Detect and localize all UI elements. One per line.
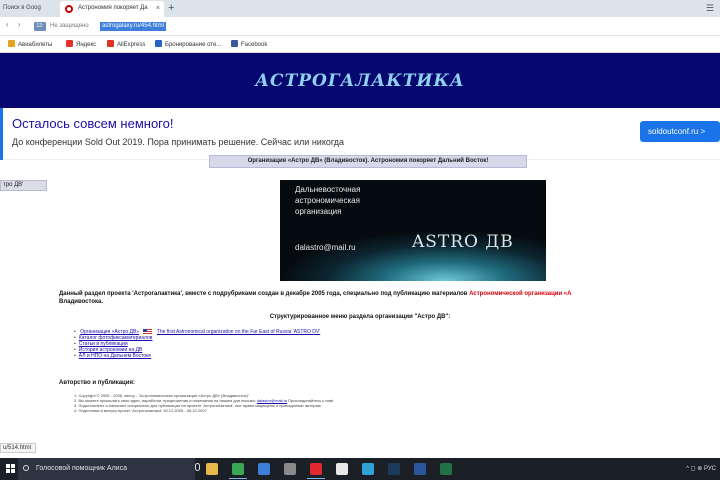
banner-line: астрономическая — [295, 196, 360, 205]
us-flag-icon — [143, 329, 153, 334]
taskbar-search[interactable]: Голосовой помощник Алиса — [18, 458, 200, 480]
plane-icon — [8, 40, 15, 47]
bookmarks-bar: Авиабилеты Яндекс AliExpress Бронировани… — [0, 36, 720, 53]
banner-email: dalastro@mail.ru — [295, 243, 356, 252]
url-field[interactable]: astrogalaxy.ru/454.html — [100, 22, 166, 31]
menu-heading: Структурированное меню раздела организац… — [269, 314, 451, 320]
list-item: АЛ и НПО на Дальнем Востоке — [74, 353, 320, 359]
chrome-app-icon[interactable] — [229, 463, 247, 479]
tab-active-page[interactable]: Астрономия покоряет Да × — [60, 1, 164, 17]
intro-org-link[interactable]: Астрономической организации «А — [469, 291, 571, 297]
site-header: АСТРОГАЛАКТИКА — [0, 53, 720, 108]
aliexpress-icon — [107, 40, 114, 47]
new-tab-button[interactable]: + — [168, 0, 174, 16]
menu-icon[interactable]: ☰ — [706, 0, 714, 16]
hotel-icon — [155, 40, 162, 47]
tab-bar: Поиск в Goog Астрономия покоряет Да × + … — [0, 0, 720, 17]
ad-banner[interactable]: Осталось совсем немного! До конференции … — [0, 108, 720, 160]
back-icon[interactable]: ‹ — [6, 20, 9, 29]
org-bar: Организация «Астро ДВ» (Владивосток). Ас… — [209, 155, 527, 168]
system-tray[interactable]: ^ ◻ ⊗ РУС — [686, 458, 716, 480]
not-secure-label[interactable]: Не защищено — [50, 22, 89, 31]
ad-text: До конференции Sold Out 2019. Пора прини… — [12, 137, 345, 147]
address-bar: ‹ › 12: Не защищено astrogalaxy.ru/454.h… — [0, 17, 720, 36]
search-icon — [23, 465, 29, 471]
bookmark-yandex[interactable]: Яндекс — [66, 40, 96, 50]
authorship-heading: Авторство и публикация: — [59, 380, 135, 386]
astro-dv-banner: Дальневосточная астрономическая организа… — [280, 180, 546, 281]
ad-accent — [0, 108, 3, 160]
menu-link-english[interactable]: The first Astronomical organization on t… — [157, 329, 320, 335]
menu-link-observatories[interactable]: АЛ и НПО на Дальнем Востоке — [79, 353, 151, 359]
bookmark-aliexpress[interactable]: AliExpress — [107, 40, 145, 50]
credit-line: 4. Подготовка и выпуск проект 'Астрогала… — [74, 408, 207, 413]
excel-app-icon[interactable] — [440, 463, 452, 475]
site-badge[interactable]: 12: — [34, 22, 46, 31]
credits-list: 1. Copyright © 2005 - 2006, автор - "Аст… — [74, 393, 334, 413]
microphone-icon[interactable] — [195, 463, 200, 471]
bookmark-facebook[interactable]: Facebook — [231, 40, 267, 50]
ad-button[interactable]: soldoutconf.ru > — [640, 121, 720, 142]
intro-text-end: Владивостока. — [59, 299, 104, 305]
store-app-icon[interactable] — [258, 463, 270, 475]
windows-start-icon[interactable] — [6, 464, 16, 474]
yandex-icon — [66, 40, 73, 47]
ad-title[interactable]: Осталось совсем немного! — [12, 116, 173, 131]
word-app-icon[interactable] — [414, 463, 426, 475]
banner-line: организация — [295, 207, 342, 216]
tab-title: Астрономия покоряет Да — [78, 5, 148, 11]
sidebar-item-astro-dv[interactable]: тро ДВ' — [0, 180, 47, 191]
intro-text: Данный раздел проекта 'Астрогалактика', … — [59, 291, 470, 297]
intro-paragraph: Данный раздел проекта 'Астрогалактика', … — [59, 290, 720, 306]
folder-app-icon[interactable] — [206, 463, 218, 475]
yandex-browser-icon[interactable] — [336, 463, 348, 475]
tab-title: Поиск в Goog — [3, 5, 41, 11]
section-menu: Организация «Астро ДВ» The first Astrono… — [74, 329, 320, 359]
facebook-icon — [231, 40, 238, 47]
bookmark-flights[interactable]: Авиабилеты — [8, 40, 52, 50]
banner-line: Дальневосточная — [295, 185, 361, 194]
bookmark-booking[interactable]: Бронирование оте... — [155, 40, 221, 50]
close-tab-icon[interactable]: × — [156, 1, 160, 16]
search-text: Голосовой помощник Алиса — [36, 465, 127, 472]
photoshop-app-icon[interactable] — [388, 463, 400, 475]
banner-logo: ASTRO ДВ — [412, 232, 514, 252]
apps-grid-icon[interactable] — [284, 463, 296, 475]
telegram-app-icon[interactable] — [362, 463, 374, 475]
favicon-icon — [65, 5, 73, 13]
site-title[interactable]: АСТРОГАЛАКТИКА — [0, 71, 720, 91]
taskbar: Голосовой помощник Алиса ^ ◻ ⊗ РУС — [0, 458, 720, 480]
opera-app-icon[interactable] — [307, 463, 325, 479]
status-url: u/514.html — [0, 443, 37, 453]
forward-icon[interactable]: › — [18, 20, 21, 29]
tab-google[interactable]: Поиск в Goog — [0, 1, 60, 17]
page-viewport: АСТРОГАЛАКТИКА Осталось совсем немного! … — [0, 53, 720, 458]
